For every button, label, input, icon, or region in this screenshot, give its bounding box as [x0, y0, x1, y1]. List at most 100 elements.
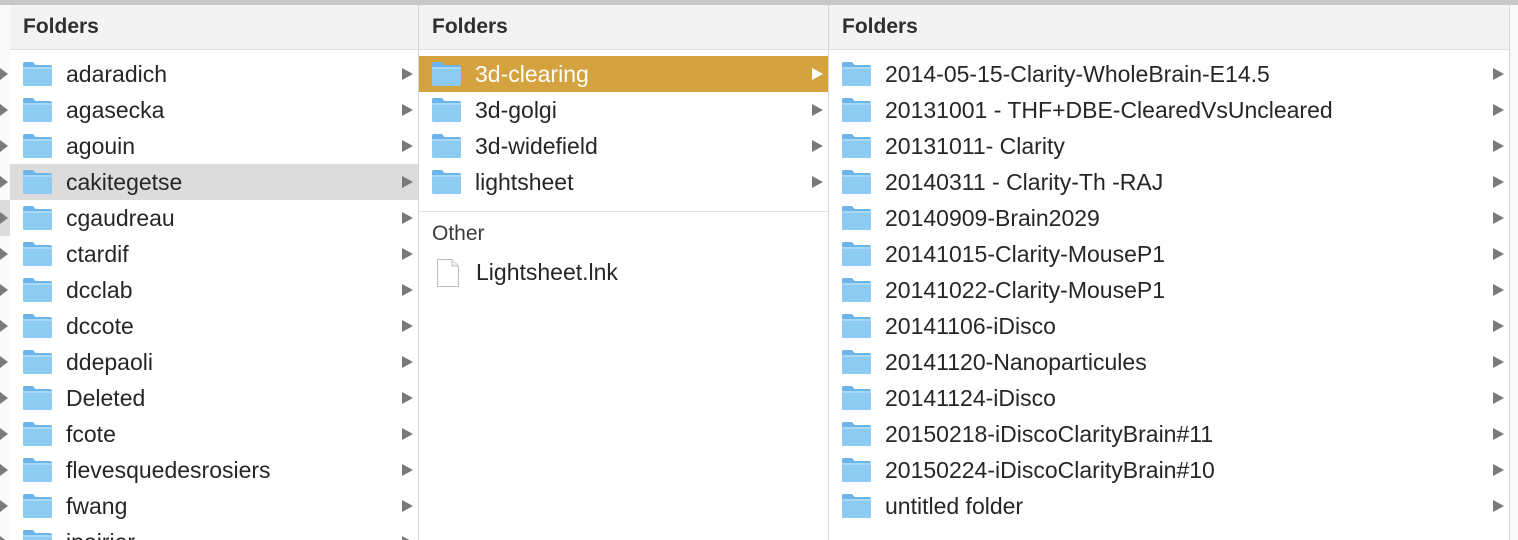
disclosure-arrow-icon	[402, 500, 413, 512]
folder-row[interactable]: fcote	[10, 416, 418, 452]
folder-row[interactable]: 3d-golgi	[419, 92, 828, 128]
folder-name: 20141022-Clarity-MouseP1	[885, 277, 1165, 303]
disclosure-arrow-icon	[0, 320, 8, 332]
folder-icon	[432, 134, 461, 158]
folder-row[interactable]: 20140909-Brain2029	[829, 200, 1509, 236]
folder-name: jpoirier	[66, 524, 135, 540]
folder-name: 20150224-iDiscoClarityBrain#10	[885, 457, 1215, 483]
disclosure-arrow-icon	[1493, 140, 1504, 152]
folder-name: 20141124-iDisco	[885, 385, 1056, 411]
folder-row[interactable]: 20150224-iDiscoClarityBrain#10	[829, 452, 1509, 488]
disclosure-arrow-icon	[402, 140, 413, 152]
file-row[interactable]: Lightsheet.lnk	[419, 252, 828, 292]
other-section-header: Other	[432, 222, 485, 245]
folder-name: 20141015-Clarity-MouseP1	[885, 241, 1165, 267]
disclosure-arrow-icon	[402, 212, 413, 224]
folder-row[interactable]: ctardif	[10, 236, 418, 272]
disclosure-arrow-icon	[1493, 68, 1504, 80]
folder-icon	[23, 386, 52, 410]
disclosure-arrow-icon	[1493, 212, 1504, 224]
folder-icon	[23, 134, 52, 158]
folder-row[interactable]: 20141124-iDisco	[829, 380, 1509, 416]
folder-name: 3d-widefield	[475, 133, 598, 159]
other-files-list: Lightsheet.lnk	[419, 252, 828, 292]
folder-row[interactable]: 20141015-Clarity-MouseP1	[829, 236, 1509, 272]
folder-icon	[842, 494, 871, 518]
folder-row[interactable]: 20131001 - THF+DBE-ClearedVsUncleared	[829, 92, 1509, 128]
folder-name: agouin	[66, 133, 136, 159]
folder-row[interactable]: cgaudreau	[10, 200, 418, 236]
disclosure-arrow-icon	[402, 356, 413, 368]
folder-row[interactable]: 20141022-Clarity-MouseP1	[829, 272, 1509, 308]
folder-row[interactable]: 20140311 - Clarity-Th -RAJ	[829, 164, 1509, 200]
folder-icon	[842, 278, 871, 302]
folder-name: agasecka	[66, 97, 165, 123]
folder-name: 2014-05-15-Clarity-WholeBrain-E14.5	[885, 61, 1270, 87]
disclosure-arrow-icon	[402, 104, 413, 116]
disclosure-arrow-icon	[0, 248, 8, 260]
folder-row[interactable]: dccote	[10, 308, 418, 344]
folder-row[interactable]: 20141106-iDisco	[829, 308, 1509, 344]
disclosure-arrow-icon	[1493, 248, 1504, 260]
folder-icon	[23, 62, 52, 86]
column-3d-clearing[interactable]: Folders 2014-05-15-Clarity-WholeBrain-E1…	[829, 5, 1510, 540]
folder-icon	[842, 170, 871, 194]
disclosure-arrow-icon	[402, 320, 413, 332]
disclosure-arrow-icon	[402, 464, 413, 476]
disclosure-arrow-icon	[812, 140, 823, 152]
folder-row[interactable]: 2014-05-15-Clarity-WholeBrain-E14.5	[829, 56, 1509, 92]
folder-row[interactable]: jpoirier	[10, 524, 418, 540]
file-name: Lightsheet.lnk	[476, 259, 618, 285]
window-right-edge	[1510, 5, 1518, 540]
folder-name: 20131001 - THF+DBE-ClearedVsUncleared	[885, 97, 1333, 123]
folder-icon	[842, 98, 871, 122]
folder-name: 20140909-Brain2029	[885, 205, 1100, 231]
folder-row[interactable]: ddepaoli	[10, 344, 418, 380]
folder-icon	[842, 134, 871, 158]
disclosure-arrow-icon	[402, 428, 413, 440]
folder-icon	[842, 422, 871, 446]
disclosure-arrow-icon	[0, 536, 8, 540]
disclosure-arrow-icon	[1493, 428, 1504, 440]
folder-name: fwang	[66, 493, 128, 519]
folder-row[interactable]: 20150218-iDiscoClarityBrain#11	[829, 416, 1509, 452]
folder-icon	[23, 530, 52, 540]
folder-icon	[842, 314, 871, 338]
folder-icon	[432, 98, 461, 122]
folder-row[interactable]: 3d-widefield	[419, 128, 828, 164]
folder-row[interactable]: untitled folder	[829, 488, 1509, 524]
folder-row[interactable]: agasecka	[10, 92, 418, 128]
folder-icon	[842, 350, 871, 374]
folder-name: dcclab	[66, 277, 133, 303]
folder-list: 2014-05-15-Clarity-WholeBrain-E14.5 20131…	[829, 50, 1509, 524]
disclosure-arrow-icon	[402, 536, 413, 540]
folder-row[interactable]: cakitegetse	[10, 164, 418, 200]
folder-row[interactable]: 3d-clearing	[419, 56, 828, 92]
disclosure-arrow-icon	[0, 212, 8, 224]
disclosure-arrow-icon	[1493, 392, 1504, 404]
folder-name: 20131011- Clarity	[885, 133, 1065, 159]
folder-name: cakitegetse	[66, 169, 183, 195]
folder-list: 3d-clearing 3d-golgi 3d-widefield lightshee…	[419, 50, 828, 200]
disclosure-arrow-icon	[402, 176, 413, 188]
disclosure-arrow-icon	[0, 104, 8, 116]
folder-name: 20140311 - Clarity-Th -RAJ	[885, 169, 1164, 195]
folder-name: 20141106-iDisco	[885, 313, 1056, 339]
disclosure-arrow-icon	[1493, 356, 1504, 368]
column-users[interactable]: Folders adaradich agasecka agouin cakiteget…	[10, 5, 419, 540]
folder-icon	[23, 242, 52, 266]
folder-icon	[842, 242, 871, 266]
folder-row[interactable]: 20141120-Nanoparticules	[829, 344, 1509, 380]
disclosure-arrow-icon	[1493, 284, 1504, 296]
folder-icon	[23, 350, 52, 374]
column-cakitegetse[interactable]: Folders 3d-clearing 3d-golgi 3d-widefield l…	[419, 5, 829, 540]
folder-row[interactable]: lightsheet	[419, 164, 828, 200]
folder-row[interactable]: fwang	[10, 488, 418, 524]
folder-row[interactable]: flevesquedesrosiers	[10, 452, 418, 488]
folder-row[interactable]: dcclab	[10, 272, 418, 308]
folder-row[interactable]: Deleted	[10, 380, 418, 416]
folder-row[interactable]: adaradich	[10, 56, 418, 92]
folder-name: 20141120-Nanoparticules	[885, 349, 1147, 375]
folder-row[interactable]: 20131011- Clarity	[829, 128, 1509, 164]
folder-row[interactable]: agouin	[10, 128, 418, 164]
